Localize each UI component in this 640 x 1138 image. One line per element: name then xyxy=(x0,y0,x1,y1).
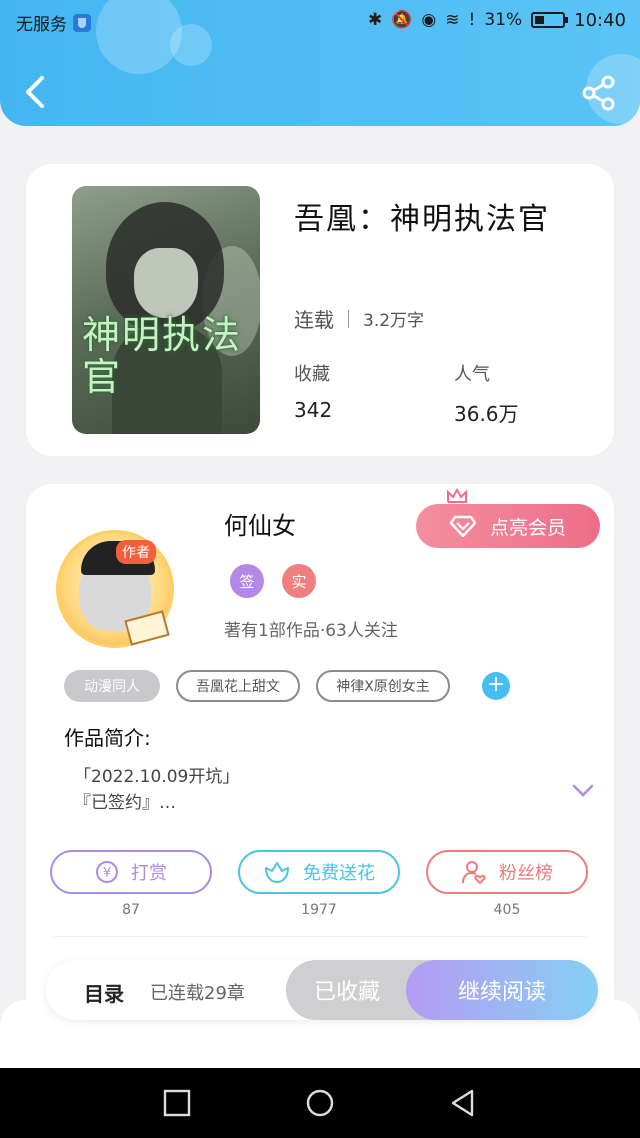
status-bar: 无服务 ✱ 🔕 ◉ ≋ ! 31% 10:40 xyxy=(0,0,640,42)
home-icon[interactable] xyxy=(305,1088,335,1118)
favorites-value: 342 xyxy=(294,398,333,422)
yuan-icon: ¥ xyxy=(96,861,118,883)
flower-icon xyxy=(265,862,289,883)
mute-icon: 🔕 xyxy=(391,10,413,30)
intro-text: 「2022.10.09开坑」 『已签约』… xyxy=(74,767,240,813)
divider xyxy=(348,309,349,328)
author-meta: 著有1部作品·63人关注 xyxy=(224,621,398,641)
author-tag: 作者 xyxy=(116,540,156,564)
reward-button[interactable]: ¥ 打赏 xyxy=(50,850,212,894)
alert-icon: ! xyxy=(468,10,476,30)
intro-heading: 作品简介: xyxy=(64,726,151,750)
header: 无服务 ✱ 🔕 ◉ ≋ ! 31% 10:40 xyxy=(0,0,640,126)
battery-icon xyxy=(531,12,569,28)
user-heart-icon xyxy=(462,861,486,885)
serial-status: 连载 xyxy=(294,308,334,332)
continue-reading-label: 继续阅读 xyxy=(457,980,546,1005)
divider xyxy=(54,936,586,937)
status-time: 10:40 xyxy=(574,9,626,31)
send-flower-button[interactable]: 免费送花 xyxy=(238,850,400,894)
bottom-action-bar: 目录 已连载29章 已收藏 继续阅读 xyxy=(46,960,598,1020)
collected-label: 已收藏 xyxy=(313,980,380,1005)
fan-ranking-button[interactable]: 粉丝榜 xyxy=(426,850,588,894)
back-nav-icon[interactable] xyxy=(448,1088,478,1118)
svg-text:¥: ¥ xyxy=(103,866,111,881)
diamond-icon xyxy=(449,515,476,537)
word-count: 3.2万字 xyxy=(363,311,425,331)
verified-badge: 实 xyxy=(282,564,316,598)
shield-icon xyxy=(73,13,91,32)
fan-ranking-label: 粉丝榜 xyxy=(499,863,553,884)
popularity-value: 36.6万 xyxy=(454,402,519,426)
cover-face xyxy=(134,248,198,318)
flower-count: 1977 xyxy=(301,902,337,918)
battery-percent: 31% xyxy=(484,10,523,30)
crown-icon xyxy=(447,488,467,503)
reward-label: 打赏 xyxy=(131,863,167,884)
author-name[interactable]: 何仙女 xyxy=(224,506,296,541)
tag-chip[interactable]: 动漫同人 xyxy=(64,670,160,702)
bluetooth-icon: ✱ xyxy=(367,10,383,30)
send-flower-label: 免费送花 xyxy=(303,863,375,884)
tag-chip[interactable]: 神律X原创女主 xyxy=(316,670,450,702)
continue-reading-button[interactable]: 继续阅读 xyxy=(406,960,598,1020)
author-avatar[interactable] xyxy=(56,530,174,648)
carrier-text: 无服务 xyxy=(16,15,67,35)
back-button[interactable] xyxy=(20,72,52,112)
wifi-icon: ≋ xyxy=(445,10,460,30)
catalog-button[interactable]: 目录 xyxy=(84,978,124,1007)
eye-icon: ◉ xyxy=(421,10,437,30)
book-title: 吾凰：神明执法官 xyxy=(294,202,550,237)
book-status: 连载 3.2万字 xyxy=(294,304,424,333)
system-nav-bar xyxy=(0,1068,640,1138)
vip-button[interactable]: 点亮会员 xyxy=(416,504,600,548)
chevron-down-icon[interactable] xyxy=(572,784,594,798)
tag-chip[interactable]: 吾凰花上甜文 xyxy=(176,670,300,702)
signed-badge: 签 xyxy=(230,564,264,598)
popularity-label: 人气 xyxy=(454,364,490,385)
vip-label: 点亮会员 xyxy=(489,516,566,539)
recent-apps-icon[interactable] xyxy=(162,1088,192,1118)
favorites-label: 收藏 xyxy=(294,364,330,385)
fan-count: 405 xyxy=(493,902,521,918)
book-info-card: 神明执法官 吾凰：神明执法官 连载 3.2万字 收藏 342 人气 36.6万 xyxy=(26,164,614,456)
chapter-info[interactable]: 已连载29章 xyxy=(150,979,245,1005)
book-cover[interactable]: 神明执法官 xyxy=(72,186,260,434)
cover-title: 神明执法官 xyxy=(82,313,243,399)
reward-count: 87 xyxy=(122,902,140,918)
share-button[interactable] xyxy=(580,74,618,112)
add-tag-button[interactable]: + xyxy=(482,672,510,700)
